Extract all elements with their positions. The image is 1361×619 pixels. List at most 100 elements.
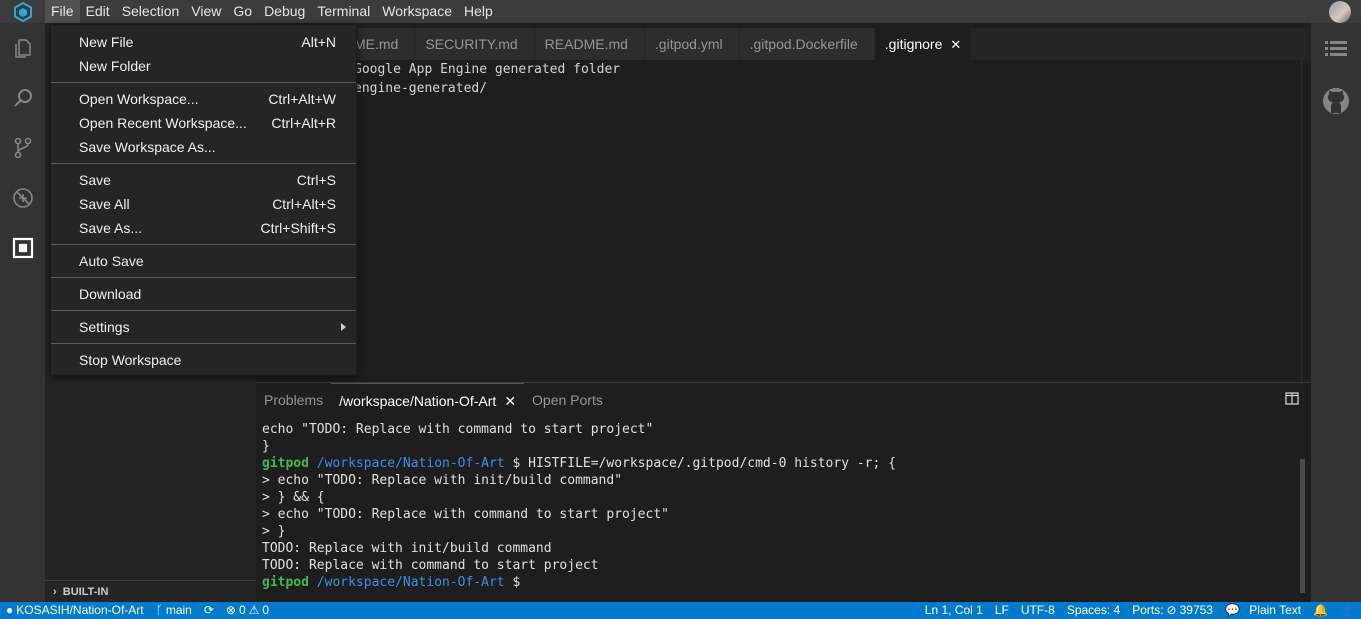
branch-status[interactable]: ᚴ main (150, 602, 198, 619)
file-menu-dropdown: New File Alt+N New Folder Open Workspace.… (50, 24, 357, 376)
source-control-icon[interactable] (0, 123, 45, 173)
menu-open-workspace[interactable]: Open Workspace... Ctrl+Alt+W (51, 87, 356, 111)
terminal-line: > } && { (262, 490, 325, 505)
indentation-status[interactable]: Spaces: 4 (1061, 602, 1126, 619)
menu-debug[interactable]: Debug (258, 0, 311, 23)
tab-open-ports[interactable]: Open Ports (524, 383, 611, 417)
status-bar: ● KOSASIH/Nation-Of-Art ᚴ main ⟳ ⊗ 0 ⚠ 0 Ln … (0, 602, 1361, 619)
close-icon[interactable]: ✕ (504, 393, 516, 409)
bell-icon: 🔔 (1313, 603, 1329, 617)
tab-gitpod-dockerfile[interactable]: .gitpod.Dockerfile (739, 28, 875, 60)
menu-shortcut: Ctrl+S (296, 172, 336, 188)
menu-label: Download (79, 286, 142, 302)
menu-separator (51, 310, 356, 311)
menu-workspace[interactable]: Workspace (376, 0, 458, 23)
menu-terminal[interactable]: Terminal (311, 0, 376, 23)
menu-label: New File (79, 34, 134, 50)
feedback-icon: 💬 (1224, 603, 1240, 617)
gitpod-logo-icon[interactable] (0, 0, 45, 23)
explorer-icon[interactable] (0, 23, 45, 73)
branch-name: main (165, 603, 192, 617)
tab-gitpod-yml[interactable]: .gitpod.yml (644, 28, 740, 60)
sync-icon: ⟳ (203, 603, 214, 617)
menu-separator (51, 163, 356, 164)
error-count: 0 (238, 603, 246, 617)
language-status[interactable]: 💬 Plain Text (1219, 602, 1307, 619)
notifications-status[interactable]: 🔔 (1307, 602, 1334, 619)
menu-file[interactable]: File (45, 0, 80, 23)
terminal-line: > echo "TODO: Replace with init/build co… (262, 473, 623, 488)
tab-terminal[interactable]: /workspace/Nation-Of-Art ✕ (331, 383, 525, 417)
terminal-line: > } (262, 524, 286, 539)
eol-status[interactable]: LF (989, 602, 1015, 619)
menu-save-all[interactable]: Save All Ctrl+Alt+S (51, 192, 356, 216)
menu-selection[interactable]: Selection (116, 0, 186, 23)
builtin-section-header[interactable]: › BUILT-IN (45, 580, 256, 602)
tab-terminal-label: /workspace/Nation-Of-Art (339, 393, 497, 409)
split-panel-icon[interactable] (1285, 392, 1299, 408)
editor-scrollbar[interactable] (1301, 60, 1311, 382)
code-line-2: engine-generated/ (354, 81, 488, 96)
terminal-line: echo "TODO: Replace with command to star… (262, 422, 654, 437)
tab-problems[interactable]: Problems (256, 383, 331, 417)
submenu-arrow-icon (341, 323, 346, 331)
repo-status[interactable]: ● KOSASIH/Nation-Of-Art (0, 602, 150, 619)
ports-icon: ⊘ (1166, 603, 1177, 617)
cursor-position[interactable]: Ln 1, Col 1 (919, 602, 989, 619)
terminal-prompt-line: gitpod /workspace/Nation-Of-Art $ (262, 574, 896, 591)
menu-new-folder[interactable]: New Folder (51, 54, 356, 78)
branch-icon: ᚴ (155, 603, 163, 617)
menu-auto-save[interactable]: Auto Save (51, 249, 356, 273)
menu-save[interactable]: Save Ctrl+S (51, 168, 356, 192)
menu-shortcut: Ctrl+Alt+W (268, 91, 336, 107)
menu-download[interactable]: Download (51, 282, 356, 306)
terminal-output[interactable]: echo "TODO: Replace with command to star… (262, 421, 896, 591)
menu-save-as[interactable]: Save As... Ctrl+Shift+S (51, 216, 356, 240)
menu-view[interactable]: View (185, 0, 227, 23)
builtin-label: BUILT-IN (62, 586, 109, 598)
sync-status[interactable]: ⟳ (198, 602, 220, 619)
menu-separator (51, 244, 356, 245)
problems-status[interactable]: ⊗ 0 ⚠ 0 (220, 602, 275, 619)
search-icon[interactable] (0, 73, 45, 123)
person-icon: 👤 (1340, 603, 1355, 617)
tab-readme-2[interactable]: README.md (534, 28, 645, 60)
close-icon[interactable]: ✕ (950, 37, 961, 52)
menu-go[interactable]: Go (227, 0, 258, 23)
ports-status[interactable]: Ports: ⊘ 39753 (1126, 602, 1219, 619)
tab-gitignore-label: .gitignore (884, 36, 943, 52)
menu-label: Save Workspace As... (79, 139, 216, 155)
terminal-line: } (262, 439, 270, 454)
menu-label: Save (79, 172, 111, 188)
menu-save-workspace-as[interactable]: Save Workspace As... (51, 135, 356, 159)
extensions-icon[interactable] (0, 223, 45, 273)
menu-separator (51, 82, 356, 83)
terminal-line: TODO: Replace with command to start proj… (262, 558, 599, 573)
code-editor[interactable]: Google App Engine generated folder engin… (256, 60, 1301, 382)
terminal-line: > echo "TODO: Replace with command to st… (262, 507, 669, 522)
menu-bar: File Edit Selection View Go Debug Termin… (0, 0, 1361, 23)
terminal-line: TODO: Replace with init/build command (262, 541, 552, 556)
terminal-scrollbar[interactable] (1300, 459, 1305, 593)
menu-stop-workspace[interactable]: Stop Workspace (51, 348, 356, 372)
menu-separator (51, 343, 356, 344)
ports-value: 39753 (1179, 603, 1213, 617)
user-avatar[interactable] (1329, 1, 1351, 23)
outline-list-icon[interactable] (1311, 23, 1361, 75)
account-status[interactable]: 👤 (1334, 602, 1361, 619)
encoding-status[interactable]: UTF-8 (1015, 602, 1061, 619)
menu-edit[interactable]: Edit (80, 0, 116, 23)
tab-security[interactable]: SECURITY.md (415, 28, 535, 60)
github-icon[interactable] (1311, 75, 1361, 127)
menu-new-file[interactable]: New File Alt+N (51, 30, 356, 54)
menu-shortcut: Ctrl+Alt+R (271, 115, 336, 131)
menu-open-recent-workspace[interactable]: Open Recent Workspace... Ctrl+Alt+R (51, 111, 356, 135)
menu-settings[interactable]: Settings (51, 315, 356, 339)
chevron-right-icon: › (53, 586, 57, 598)
menu-label: Save All (79, 196, 130, 212)
error-icon: ⊗ (225, 603, 236, 617)
debug-icon[interactable] (0, 173, 45, 223)
tab-gitignore[interactable]: .gitignore ✕ (874, 28, 973, 60)
prompt-path: /workspace/Nation-Of-Art (316, 456, 505, 471)
menu-help[interactable]: Help (458, 0, 499, 23)
